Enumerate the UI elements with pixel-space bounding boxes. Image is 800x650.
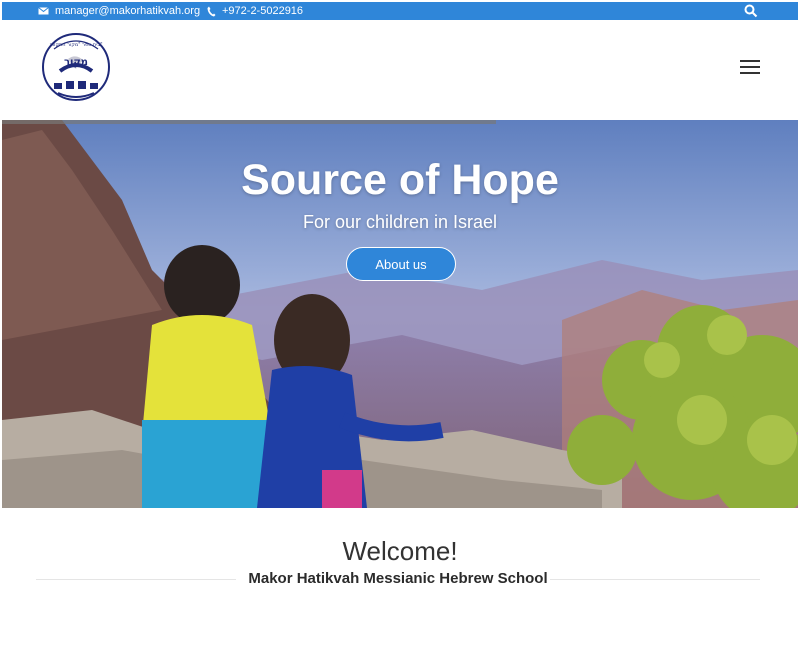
school-logo[interactable]: בית ספר "מקור התקווה" מקור	[40, 29, 112, 105]
mail-icon	[38, 7, 49, 15]
phone-icon	[207, 6, 216, 16]
welcome-subheading-row: Makor Hatikvah Messianic Hebrew School	[36, 570, 760, 588]
welcome-heading: Welcome!	[342, 536, 458, 566]
hamburger-menu-icon[interactable]	[740, 60, 760, 76]
page: manager@makorhatikvah.org +972-2-5022916…	[0, 0, 800, 650]
phone-text: +972-2-5022916	[222, 5, 304, 17]
logo-arc-text: בית ספר "מקור התקווה"	[49, 42, 102, 48]
hero-title: Source of Hope	[241, 156, 559, 204]
hero-subtitle: For our children in Israel	[302, 212, 498, 232]
hero-slider: Source of Hope For our children in Israe…	[2, 120, 798, 508]
slide-progress-bar	[2, 120, 496, 124]
logo-main-text: מקור	[64, 57, 88, 68]
welcome-subheading: Makor Hatikvah Messianic Hebrew School	[248, 570, 548, 587]
top-contact-bar: manager@makorhatikvah.org +972-2-5022916	[2, 2, 798, 20]
about-us-button[interactable]: About us	[346, 247, 456, 281]
site-header: בית ספר "מקור התקווה" מקור	[2, 20, 798, 118]
email-link[interactable]: manager@makorhatikvah.org	[38, 2, 200, 20]
search-icon[interactable]	[744, 4, 758, 18]
phone-link[interactable]: +972-2-5022916	[207, 2, 303, 20]
email-text: manager@makorhatikvah.org	[55, 5, 201, 17]
